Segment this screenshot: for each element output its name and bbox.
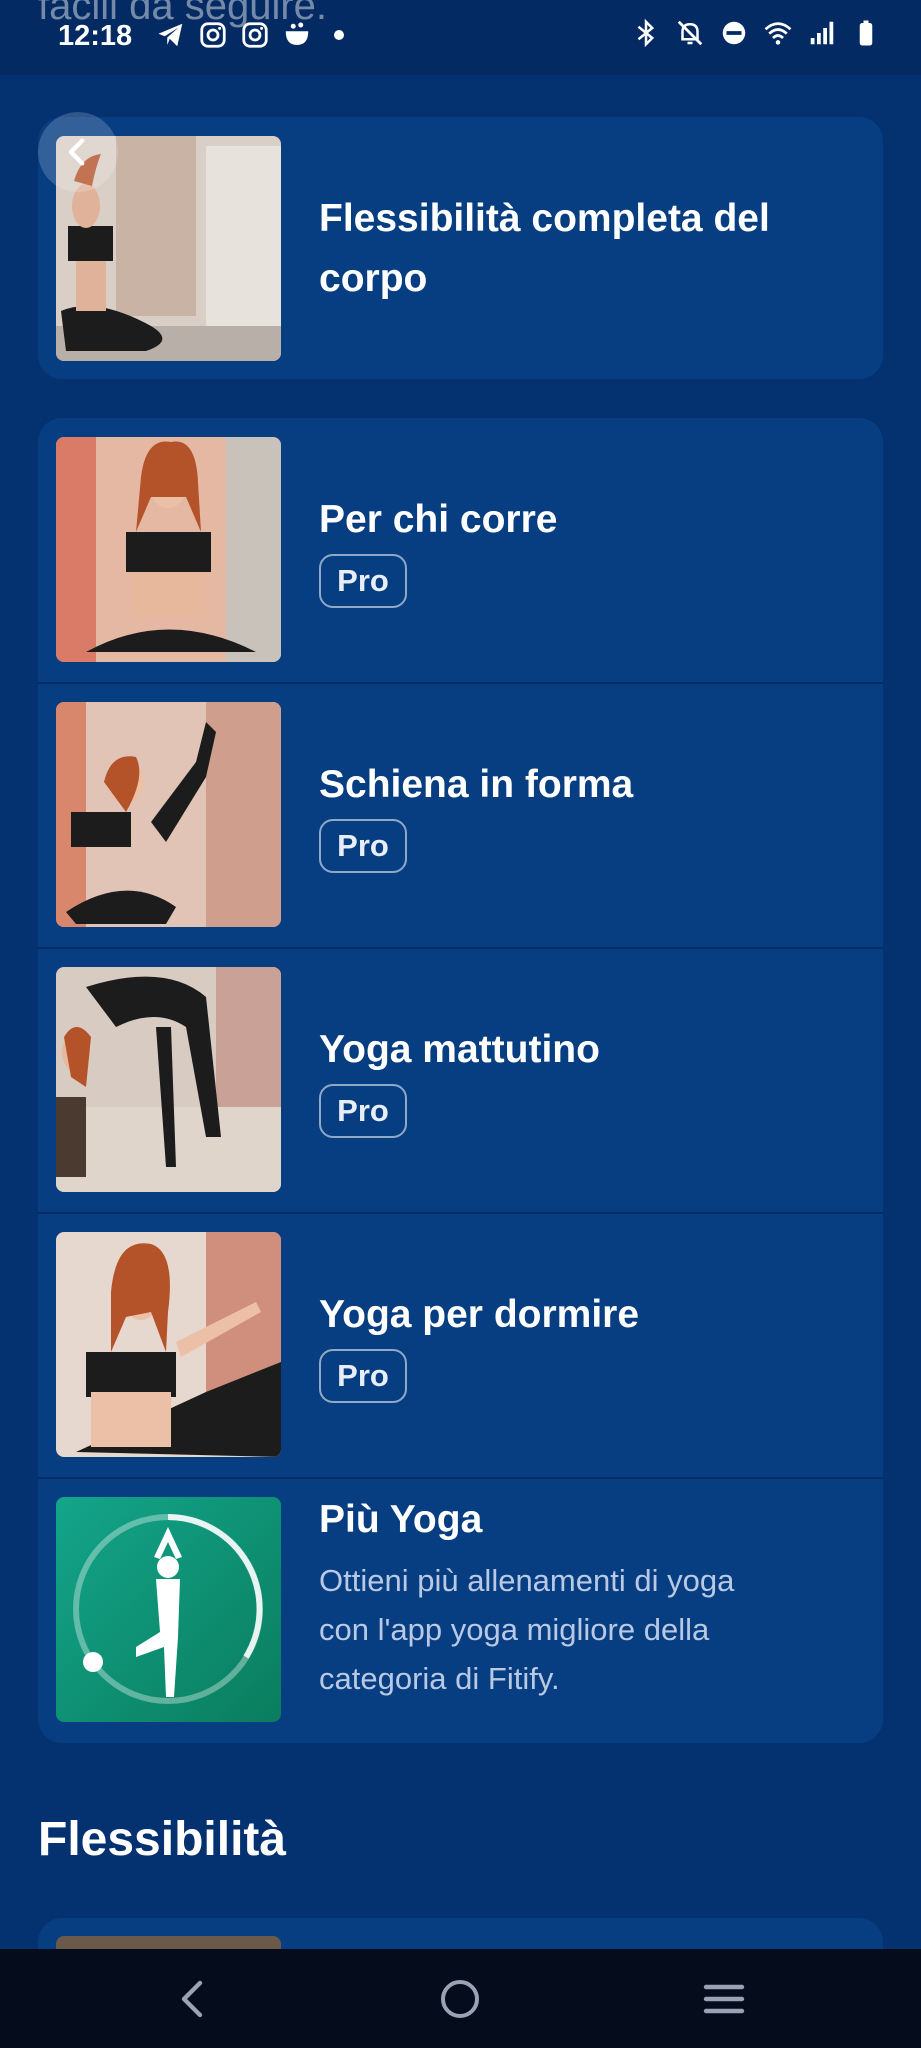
yoga-app-image <box>56 1497 281 1722</box>
telegram-icon <box>156 20 186 50</box>
pro-badge: Pro <box>319 1084 407 1138</box>
dot-icon <box>324 20 354 50</box>
featured-workout-card[interactable]: Flessibilità completa del corpo <box>38 117 883 379</box>
pro-badge: Pro <box>319 819 407 873</box>
workout-title: Yoga per dormire <box>319 1293 640 1336</box>
status-right-icons <box>631 18 881 48</box>
pro-badge: Pro <box>319 1349 407 1403</box>
promo-title: Più Yoga <box>319 1498 483 1541</box>
list-item[interactable]: Yoga mattutino Pro <box>38 948 883 1214</box>
signal-icon <box>807 18 837 48</box>
mute-icon <box>675 18 705 48</box>
workout-list-card: Per chi corre Pro Schiena in forma Pro Y… <box>38 418 883 1743</box>
back-icon <box>181 1980 203 2018</box>
workout-image <box>56 967 281 1192</box>
workout-image <box>56 1232 281 1457</box>
list-item[interactable]: Schiena in forma Pro <box>38 683 883 949</box>
notification-icon <box>282 20 312 50</box>
list-item[interactable]: Yoga per dormire Pro <box>38 1213 883 1479</box>
wifi-icon <box>763 18 793 48</box>
promo-description: Ottieni più allenamenti di yoga con l'ap… <box>319 1563 735 1696</box>
bluetooth-icon <box>631 18 661 48</box>
status-time: 12:18 <box>58 20 133 52</box>
status-left-icons <box>156 20 354 50</box>
promo-item[interactable]: Più Yoga Ottieni più allenamenti di yoga… <box>38 1478 883 1743</box>
home-icon <box>441 1980 479 2018</box>
workout-image <box>56 437 281 662</box>
featured-workout-title: Flessibilità completa del corpo <box>319 197 770 300</box>
menu-icon <box>703 1984 745 2014</box>
chevron-left-icon <box>68 138 85 166</box>
instagram-icon <box>198 20 228 50</box>
nav-recents-button[interactable] <box>694 1969 754 2029</box>
pro-badge: Pro <box>319 554 407 608</box>
workout-image <box>56 702 281 927</box>
battery-icon <box>851 18 881 48</box>
back-button[interactable] <box>38 112 118 192</box>
workout-title: Per chi corre <box>319 498 558 541</box>
dnd-icon <box>719 18 749 48</box>
system-nav-bar <box>0 1949 921 2048</box>
nav-back-button[interactable] <box>164 1969 224 2029</box>
list-item[interactable]: Per chi corre Pro <box>38 418 883 684</box>
instagram-icon <box>240 20 270 50</box>
status-bar: facili da seguire. 12:18 <box>0 0 921 75</box>
section-title: Flessibilità <box>38 1813 287 1866</box>
workout-title: Schiena in forma <box>319 763 634 806</box>
workout-title: Yoga mattutino <box>319 1028 600 1071</box>
nav-home-button[interactable] <box>430 1969 490 2029</box>
